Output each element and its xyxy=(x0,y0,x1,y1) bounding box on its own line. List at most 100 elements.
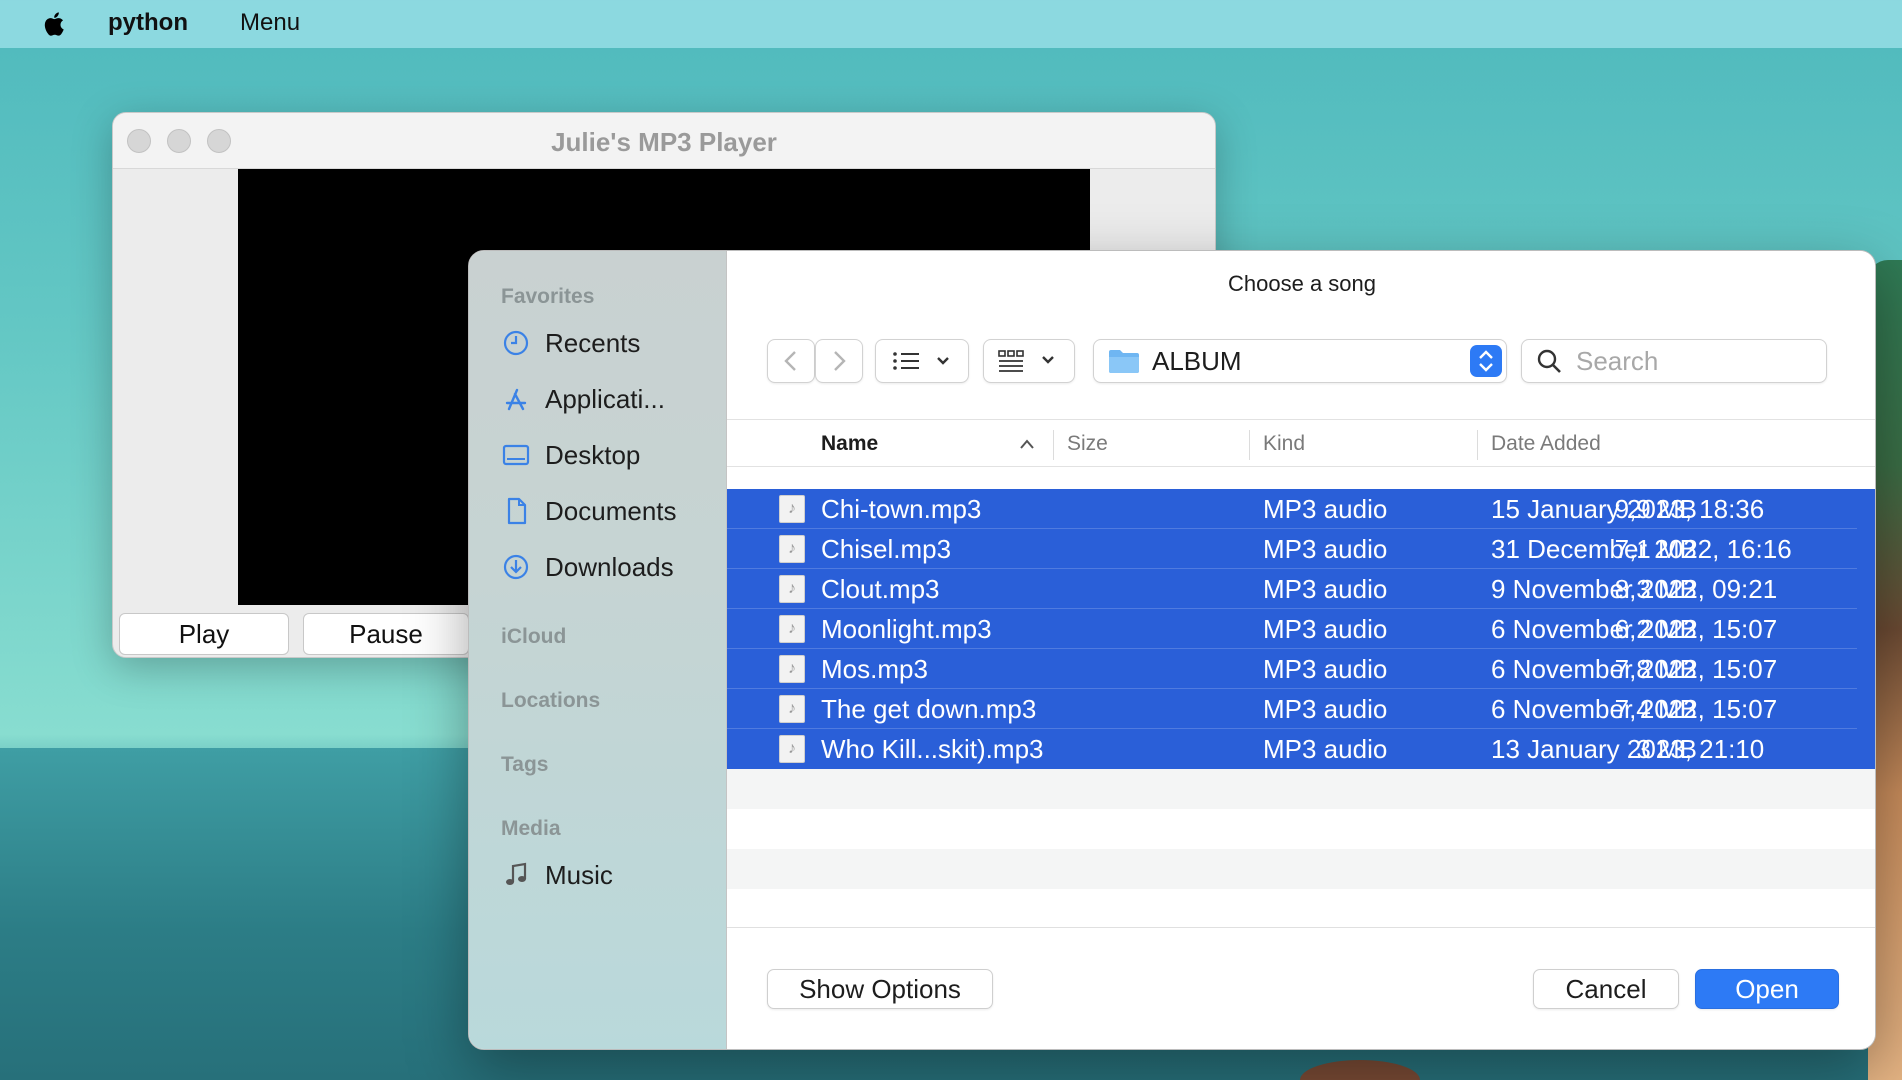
group-view-button[interactable] xyxy=(983,339,1075,383)
column-header-kind[interactable]: Kind xyxy=(1263,432,1305,456)
file-name: Chisel.mp3 xyxy=(821,534,952,564)
sidebar-item-label: Recents xyxy=(545,327,641,358)
column-header-name[interactable]: Name xyxy=(821,432,878,456)
folder-icon xyxy=(1109,350,1139,373)
sidebar-item-downloads[interactable]: Downloads xyxy=(501,547,674,587)
desktop-icon xyxy=(502,444,530,466)
sidebar-item-label: Applicati... xyxy=(545,383,665,414)
search-placeholder: Search xyxy=(1576,345,1659,376)
open-button[interactable]: Open xyxy=(1695,969,1839,1009)
sidebar-item-recents[interactable]: Recents xyxy=(501,323,640,363)
file-date-added: 6 November 2022, 15:07 xyxy=(1491,614,1778,644)
sidebar-item-label: Documents xyxy=(545,495,677,526)
audio-file-icon: ♪ xyxy=(779,535,805,563)
file-name: Mos.mp3 xyxy=(821,654,928,684)
choose-song-dialog: Favorites Recents Applicati... Desktop D… xyxy=(468,250,1876,1050)
player-title: Julie's MP3 Player xyxy=(551,127,777,157)
file-date-added: 13 January 2023, 21:10 xyxy=(1491,734,1765,764)
file-kind: MP3 audio xyxy=(1263,734,1388,764)
document-icon xyxy=(507,497,527,525)
column-divider[interactable] xyxy=(1477,430,1478,460)
player-titlebar[interactable]: Julie's MP3 Player xyxy=(113,113,1215,169)
dialog-main: Choose a song ALBUM Search Name Size Kin… xyxy=(727,251,1875,1049)
audio-file-icon: ♪ xyxy=(779,615,805,643)
audio-file-icon: ♪ xyxy=(779,655,805,683)
grid-view-icon xyxy=(998,350,1054,372)
file-row[interactable]: ♪ Chisel.mp3 7,1 MB MP3 audio 31 Decembe… xyxy=(727,529,1875,569)
menu-bar: python Menu xyxy=(0,0,1902,48)
sidebar-item-label: Music xyxy=(545,859,613,890)
column-header-size[interactable]: Size xyxy=(1067,432,1108,456)
location-label: ALBUM xyxy=(1152,345,1242,376)
file-kind: MP3 audio xyxy=(1263,694,1388,724)
sidebar-heading-media: Media xyxy=(501,817,561,840)
file-kind: MP3 audio xyxy=(1263,574,1388,604)
file-name: Who Kill...skit).mp3 xyxy=(821,734,1044,764)
applications-icon xyxy=(505,388,527,411)
app-menu-python[interactable]: python xyxy=(108,9,188,37)
column-divider[interactable] xyxy=(1053,430,1054,460)
sidebar-item-documents[interactable]: Documents xyxy=(501,491,677,531)
cancel-button[interactable]: Cancel xyxy=(1533,969,1679,1009)
search-icon xyxy=(1537,349,1561,373)
dialog-title: Choose a song xyxy=(1228,271,1376,296)
popup-stepper-icon xyxy=(1470,345,1502,377)
file-row[interactable]: ♪ Clout.mp3 8,3 MB MP3 audio 9 November … xyxy=(727,569,1875,609)
sidebar-item-music[interactable]: Music xyxy=(501,855,613,895)
file-row[interactable]: ♪ The get down.mp3 7,4 MB MP3 audio 6 No… xyxy=(727,689,1875,729)
column-divider[interactable] xyxy=(1249,430,1250,460)
apple-logo-icon[interactable] xyxy=(40,9,70,39)
file-date-added: 6 November 2022, 15:07 xyxy=(1491,694,1778,724)
list-view-button[interactable] xyxy=(875,339,969,383)
location-popup[interactable]: ALBUM xyxy=(1093,339,1507,383)
file-name: The get down.mp3 xyxy=(821,694,1037,724)
file-kind: MP3 audio xyxy=(1263,614,1388,644)
audio-file-icon: ♪ xyxy=(779,495,805,523)
file-row[interactable]: ♪ Chi-town.mp3 9,9 MB MP3 audio 15 Janua… xyxy=(727,489,1875,529)
column-header-date-added[interactable]: Date Added xyxy=(1491,432,1601,456)
file-name: Moonlight.mp3 xyxy=(821,614,992,644)
sidebar-item-desktop[interactable]: Desktop xyxy=(501,435,640,475)
music-note-icon xyxy=(506,862,527,885)
forward-button[interactable] xyxy=(815,339,863,383)
file-date-added: 15 January 2023, 18:36 xyxy=(1491,494,1765,524)
show-options-button[interactable]: Show Options xyxy=(767,969,993,1009)
chevron-right-icon xyxy=(834,351,846,371)
file-date-added: 31 December 2022, 16:16 xyxy=(1491,534,1792,564)
file-name: Chi-town.mp3 xyxy=(821,494,982,524)
pause-button[interactable]: Pause xyxy=(303,613,469,655)
file-date-added: 9 November 2022, 09:21 xyxy=(1491,574,1778,604)
dialog-sidebar: Favorites Recents Applicati... Desktop D… xyxy=(469,251,727,1049)
file-kind: MP3 audio xyxy=(1263,654,1388,684)
clock-icon xyxy=(503,330,529,356)
back-button[interactable] xyxy=(767,339,815,383)
sidebar-item-label: Desktop xyxy=(545,439,641,470)
sidebar-item-label: Downloads xyxy=(545,551,674,582)
sort-ascending-icon[interactable] xyxy=(1019,438,1035,450)
file-date-added: 6 November 2022, 15:07 xyxy=(1491,654,1778,684)
file-row[interactable]: ♪ Mos.mp3 7,8 MB MP3 audio 6 November 20… xyxy=(727,649,1875,689)
file-row[interactable]: ♪ Moonlight.mp3 6,2 MB MP3 audio 6 Novem… xyxy=(727,609,1875,649)
sidebar-item-applications[interactable]: Applicati... xyxy=(501,379,665,419)
file-list-header: Name Size Kind Date Added xyxy=(727,419,1875,467)
file-kind: MP3 audio xyxy=(1263,494,1388,524)
file-kind: MP3 audio xyxy=(1263,534,1388,564)
play-button[interactable]: Play xyxy=(119,613,289,655)
empty-row-stripe xyxy=(727,849,1875,889)
empty-row-stripe xyxy=(727,769,1875,809)
sidebar-heading-icloud[interactable]: iCloud xyxy=(501,625,566,649)
audio-file-icon: ♪ xyxy=(779,575,805,603)
audio-file-icon: ♪ xyxy=(779,695,805,723)
chevron-left-icon xyxy=(784,351,796,371)
menu-item-menu[interactable]: Menu xyxy=(240,9,300,37)
sidebar-heading-locations[interactable]: Locations xyxy=(501,689,600,713)
list-view-icon xyxy=(893,352,949,370)
file-name: Clout.mp3 xyxy=(821,574,940,604)
audio-file-icon: ♪ xyxy=(779,735,805,763)
dialog-footer-divider xyxy=(727,927,1875,928)
search-field[interactable]: Search xyxy=(1521,339,1827,383)
download-icon xyxy=(503,554,529,580)
sidebar-heading-favorites: Favorites xyxy=(501,285,595,308)
file-row[interactable]: ♪ Who Kill...skit).mp3 3 MB MP3 audio 13… xyxy=(727,729,1875,769)
sidebar-heading-tags[interactable]: Tags xyxy=(501,753,548,777)
